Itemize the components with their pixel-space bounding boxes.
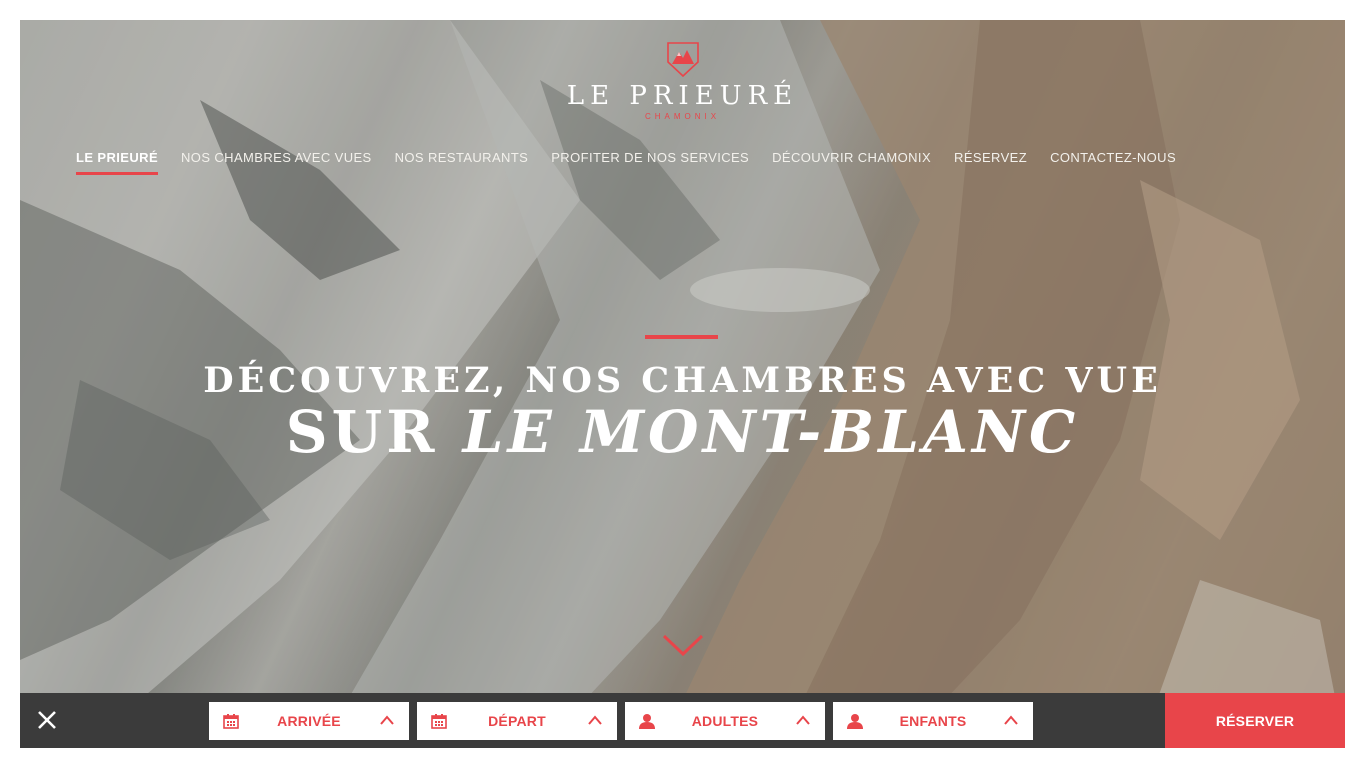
reserve-button[interactable]: RÉSERVER: [1165, 693, 1345, 748]
nav-item-le-prieure[interactable]: LE PRIEURÉ: [76, 150, 159, 175]
brand-location: CHAMONIX: [644, 112, 721, 121]
hero-heading-line2: SUR LE MONT-BLANC: [20, 400, 1345, 464]
hero-divider: [645, 335, 718, 339]
chevron-up-icon: [380, 715, 394, 725]
nav-item-restaurants[interactable]: NOS RESTAURANTS: [395, 150, 529, 175]
chevron-up-icon: [796, 715, 810, 725]
children-field[interactable]: ENFANTS: [833, 702, 1033, 740]
nav-item-services[interactable]: PROFITER DE NOS SERVICES: [551, 150, 749, 175]
booking-bar: ARRIVÉE DÉPART ADULTES ENFANTS RÉSERVER: [20, 693, 1345, 748]
hero-heading-line1: DÉCOUVREZ, NOS CHAMBRES AVEC VUE: [203, 360, 1162, 401]
user-icon: [639, 714, 655, 729]
hero-section: LE PRIEURÉ CHAMONIX LE PRIEURÉ NOS CHAMB…: [20, 20, 1345, 748]
hero-heading-prefix: SUR: [285, 398, 463, 466]
nav-item-reservez[interactable]: RÉSERVEZ: [954, 150, 1027, 175]
close-icon[interactable]: [36, 709, 58, 731]
arrival-date-field[interactable]: ARRIVÉE: [209, 702, 409, 740]
chevron-up-icon: [1004, 715, 1018, 725]
departure-date-field[interactable]: DÉPART: [417, 702, 617, 740]
brand-name: LE PRIEURÉ: [566, 81, 799, 111]
scroll-down-chevron-icon[interactable]: [661, 632, 705, 658]
calendar-icon: [431, 714, 447, 729]
adults-field[interactable]: ADULTES: [625, 702, 825, 740]
brand-logo[interactable]: LE PRIEURÉ CHAMONIX: [20, 40, 1345, 121]
nav-item-chambres[interactable]: NOS CHAMBRES AVEC VUES: [181, 150, 372, 175]
chevron-up-icon: [588, 715, 602, 725]
hero-heading-emphasis: LE MONT-BLANC: [462, 398, 1080, 466]
calendar-icon: [223, 714, 239, 729]
nav-item-contact[interactable]: CONTACTEZ-NOUS: [1050, 150, 1176, 175]
main-navigation: LE PRIEURÉ NOS CHAMBRES AVEC VUES NOS RE…: [76, 150, 1176, 175]
user-icon: [847, 714, 863, 729]
nav-item-decouvrir-chamonix[interactable]: DÉCOUVRIR CHAMONIX: [772, 150, 931, 175]
mountain-crest-icon: [666, 42, 699, 78]
